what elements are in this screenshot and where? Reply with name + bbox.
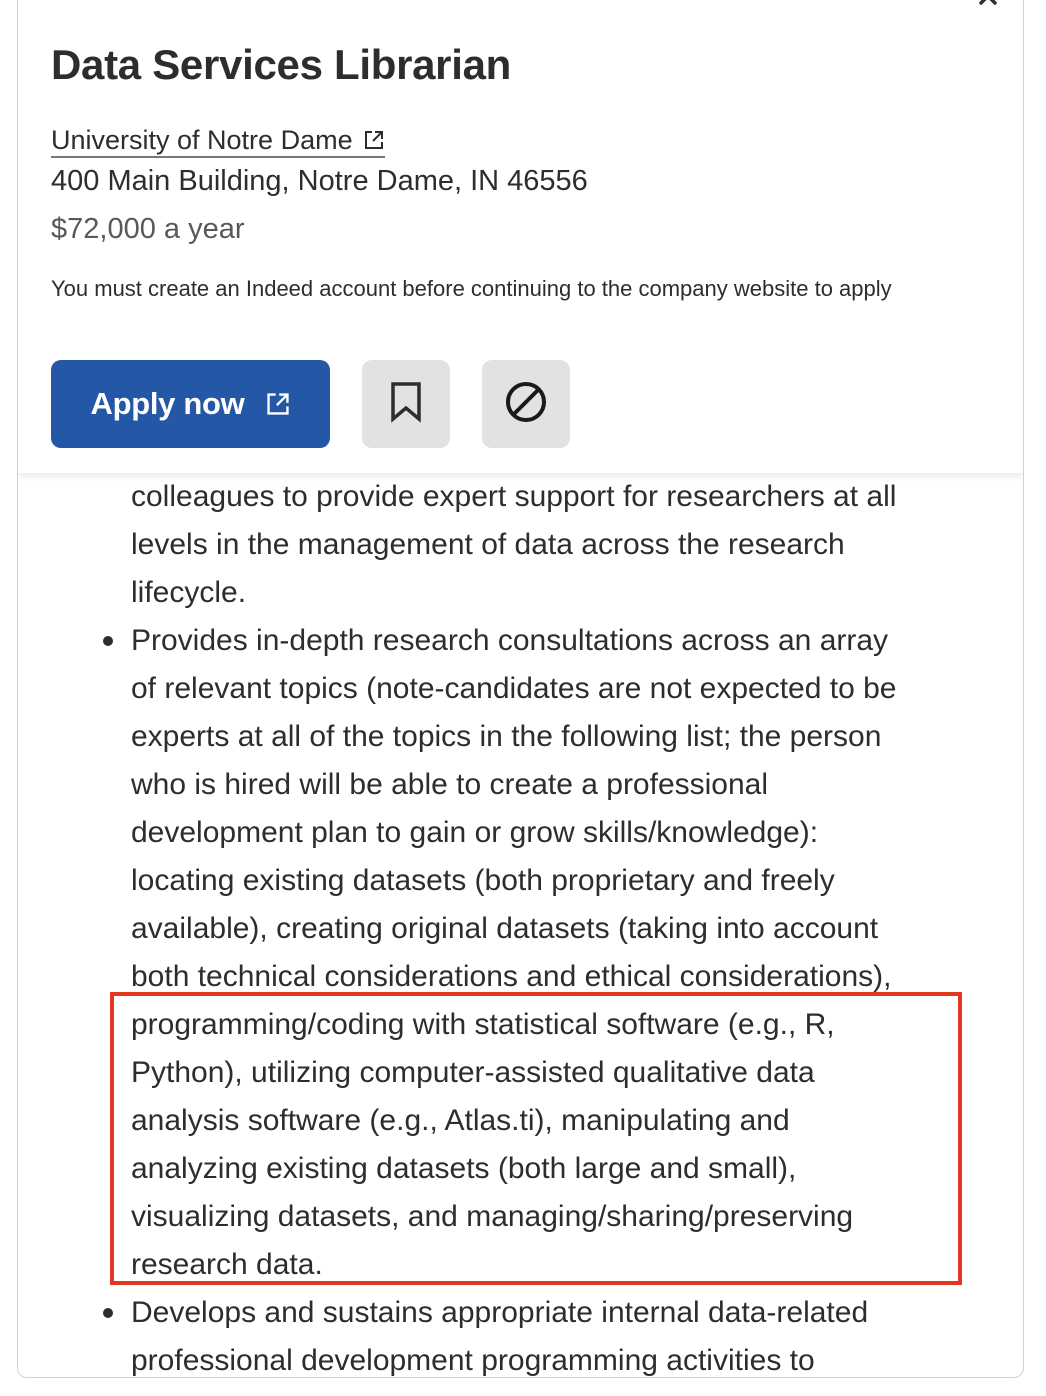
- job-description[interactable]: colleagues to provide expert support for…: [18, 473, 1023, 1377]
- description-line: lifecycle.: [131, 576, 247, 609]
- apply-now-label: Apply now: [90, 386, 245, 421]
- job-location: 400 Main Building, Notre Dame, IN 46556: [51, 165, 588, 197]
- apply-now-button[interactable]: Apply now: [51, 360, 330, 448]
- description-line: levels in the management of data across …: [131, 528, 845, 561]
- block-icon: [504, 380, 548, 429]
- close-icon[interactable]: [978, 0, 998, 11]
- save-job-button[interactable]: [362, 360, 450, 448]
- bullet-point: [103, 1308, 113, 1318]
- bullet-point: [103, 636, 113, 646]
- description-line: of relevant topics (note-candidates are …: [131, 672, 897, 705]
- external-link-icon[interactable]: [363, 129, 385, 151]
- description-line: Develops and sustains appropriate intern…: [131, 1296, 869, 1329]
- description-line: development plan to gain or grow skills/…: [131, 816, 819, 849]
- description-line: who is hired will be able to create a pr…: [131, 768, 769, 801]
- company-link[interactable]: University of Notre Dame: [51, 125, 385, 158]
- external-link-icon: [265, 391, 291, 417]
- company-name[interactable]: University of Notre Dame: [51, 125, 353, 155]
- account-notice: You must create an Indeed account before…: [51, 276, 892, 301]
- description-line: professional development programming act…: [131, 1344, 815, 1377]
- bookmark-icon: [388, 381, 424, 428]
- job-title: Data Services Librarian: [51, 41, 512, 88]
- job-header: Data Services Librarian University of No…: [18, 0, 1023, 473]
- not-interested-button[interactable]: [482, 360, 570, 448]
- highlight-box: [110, 992, 962, 1285]
- description-line: colleagues to provide expert support for…: [131, 480, 897, 513]
- job-detail-card: colleagues to provide expert support for…: [17, 0, 1024, 1378]
- job-salary: $72,000 a year: [51, 213, 245, 245]
- close-button[interactable]: [973, 0, 1003, 11]
- description-line: locating existing datasets (both proprie…: [131, 864, 835, 897]
- description-line: available), creating original datasets (…: [131, 912, 879, 945]
- description-line: Provides in-depth research consultations…: [131, 624, 889, 657]
- description-line: experts at all of the topics in the foll…: [131, 720, 882, 753]
